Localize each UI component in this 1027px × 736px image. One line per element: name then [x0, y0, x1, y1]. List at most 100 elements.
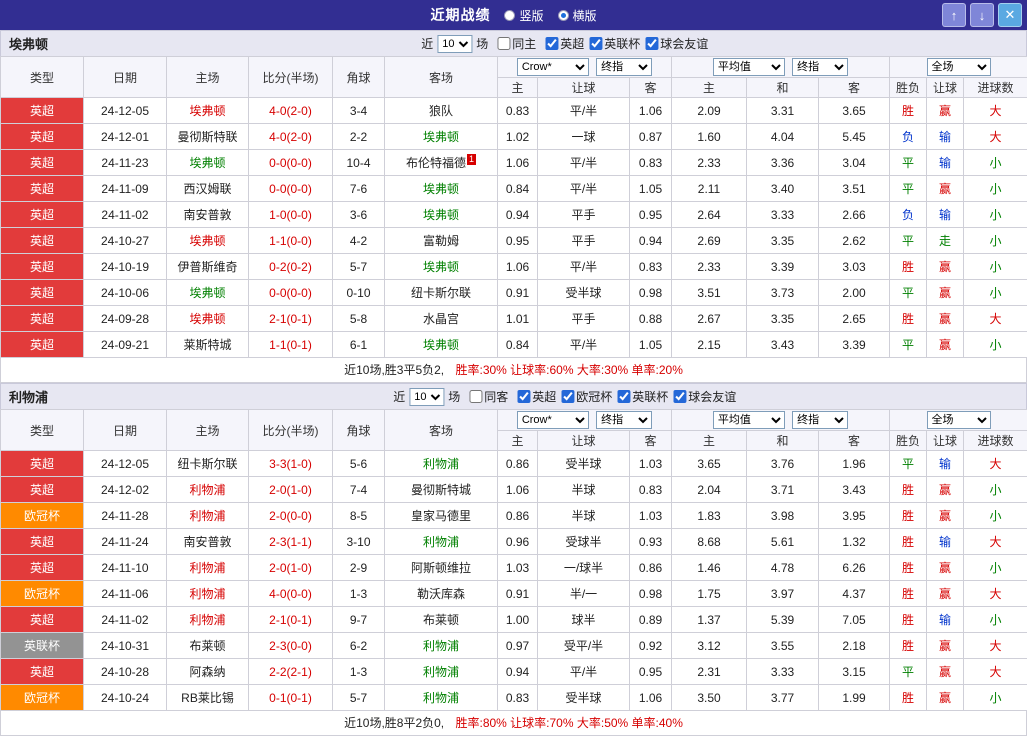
- away-team: 曼彻斯特城: [385, 477, 498, 503]
- score: 0-1(0-1): [249, 685, 333, 711]
- euro-draw-odds: 3.43: [747, 332, 819, 358]
- bookmaker-select[interactable]: Crow*: [517, 411, 589, 429]
- corners: 6-1: [333, 332, 385, 358]
- same-venue-filter[interactable]: 同主: [497, 35, 536, 52]
- euro-home-odds: 2.69: [672, 228, 747, 254]
- average-select[interactable]: 平均值: [713, 411, 785, 429]
- layout-option-vertical[interactable]: 竖版: [504, 7, 543, 24]
- radio-unselected-icon[interactable]: [504, 10, 515, 21]
- team-section-liverpool: 利物浦 近 10 场 同客 英超欧冠杯英联杯球会友谊 类型 日期 主场 比分(半…: [0, 383, 1027, 736]
- col-header-corners: 角球: [333, 57, 385, 98]
- col-header-euro-home: 主: [672, 431, 747, 451]
- competition-checkbox[interactable]: [645, 37, 658, 50]
- competition-checkbox[interactable]: [673, 390, 686, 403]
- away-team: 利物浦: [385, 685, 498, 711]
- final-index-select[interactable]: 终指: [596, 411, 652, 429]
- match-date: 24-10-28: [84, 659, 167, 685]
- average-select[interactable]: 平均值: [713, 58, 785, 76]
- competition-checkbox[interactable]: [617, 390, 630, 403]
- euro-home-odds: 1.75: [672, 581, 747, 607]
- up-arrow-icon: ↑: [951, 8, 958, 23]
- euro-draw-odds: 5.39: [747, 607, 819, 633]
- league-badge: 英超: [1, 306, 84, 332]
- result-handicap: 输: [927, 124, 964, 150]
- euro-away-odds: 1.32: [819, 529, 890, 555]
- competition-filter[interactable]: 英超: [517, 388, 556, 405]
- match-date: 24-11-23: [84, 150, 167, 176]
- competition-filter[interactable]: 英联杯: [617, 388, 668, 405]
- scope-select[interactable]: 全场: [927, 411, 991, 429]
- col-header-corners: 角球: [333, 410, 385, 451]
- competition-filter[interactable]: 球会友谊: [673, 388, 736, 405]
- col-header-asian-away: 客: [630, 78, 672, 98]
- euro-draw-odds: 3.33: [747, 659, 819, 685]
- euro-draw-odds: 3.35: [747, 228, 819, 254]
- league-badge: 英超: [1, 176, 84, 202]
- match-row: 英联杯24-10-31布莱顿2-3(0-0)6-2利物浦0.97受平/半0.92…: [1, 633, 1027, 659]
- asian-handicap: 半球: [538, 503, 630, 529]
- match-row: 英超24-10-06埃弗顿0-0(0-0)0-10纽卡斯尔联0.91受半球0.9…: [1, 280, 1027, 306]
- score: 1-1(0-0): [249, 228, 333, 254]
- away-team: 皇家马德里: [385, 503, 498, 529]
- asian-handicap: 平/半: [538, 254, 630, 280]
- home-team: 埃弗顿: [167, 280, 249, 306]
- euro-draw-odds: 3.73: [747, 280, 819, 306]
- asian-handicap: 半/一: [538, 581, 630, 607]
- result-handicap: 输: [927, 150, 964, 176]
- same-venue-checkbox[interactable]: [469, 390, 482, 403]
- corners: 1-3: [333, 581, 385, 607]
- result-outcome: 胜: [890, 555, 927, 581]
- competition-checkbox[interactable]: [561, 390, 574, 403]
- close-button[interactable]: ✕: [998, 3, 1022, 27]
- same-venue-checkbox[interactable]: [497, 37, 510, 50]
- score: 3-3(1-0): [249, 451, 333, 477]
- col-header-asian-away: 客: [630, 431, 672, 451]
- col-header-goals: 进球数: [964, 78, 1027, 98]
- competition-filter[interactable]: 英超: [545, 35, 584, 52]
- match-row: 英超24-12-02利物浦2-0(1-0)7-4曼彻斯特城1.06半球0.832…: [1, 477, 1027, 503]
- match-row: 英超24-12-05纽卡斯尔联3-3(1-0)5-6利物浦0.86受半球1.03…: [1, 451, 1027, 477]
- result-handicap: 输: [927, 529, 964, 555]
- competition-filter[interactable]: 欧冠杯: [561, 388, 612, 405]
- competition-filter[interactable]: 球会友谊: [645, 35, 708, 52]
- competition-checkbox[interactable]: [545, 37, 558, 50]
- competition-filter[interactable]: 英联杯: [589, 35, 640, 52]
- asian-away-odds: 0.98: [630, 280, 672, 306]
- move-down-button[interactable]: ↓: [970, 3, 994, 27]
- result-outcome: 负: [890, 124, 927, 150]
- match-count-select[interactable]: 10: [409, 388, 444, 406]
- result-handicap: 输: [927, 451, 964, 477]
- final-index-select[interactable]: 终指: [596, 58, 652, 76]
- away-team: 水晶宫: [385, 306, 498, 332]
- asian-handicap: 平手: [538, 306, 630, 332]
- col-header-outcome: 胜负: [890, 78, 927, 98]
- competition-checkbox[interactable]: [517, 390, 530, 403]
- match-date: 24-11-02: [84, 202, 167, 228]
- competition-label: 球会友谊: [688, 388, 736, 405]
- layout-option-horizontal[interactable]: 横版: [558, 7, 597, 24]
- move-up-button[interactable]: ↑: [942, 3, 966, 27]
- euro-home-odds: 3.12: [672, 633, 747, 659]
- col-header-euro-away: 客: [819, 431, 890, 451]
- final-index-select[interactable]: 终指: [792, 58, 848, 76]
- result-outcome: 平: [890, 228, 927, 254]
- result-handicap: 赢: [927, 581, 964, 607]
- euro-draw-odds: 3.31: [747, 98, 819, 124]
- near-label: 近: [393, 388, 405, 405]
- final-index-select[interactable]: 终指: [792, 411, 848, 429]
- euro-draw-odds: 3.39: [747, 254, 819, 280]
- score: 2-3(1-1): [249, 529, 333, 555]
- same-venue-filter[interactable]: 同客: [469, 388, 508, 405]
- asian-away-odds: 1.05: [630, 332, 672, 358]
- result-handicap: 赢: [927, 98, 964, 124]
- competition-checkbox[interactable]: [589, 37, 602, 50]
- asian-away-odds: 1.06: [630, 685, 672, 711]
- corners: 4-2: [333, 228, 385, 254]
- match-date: 24-11-28: [84, 503, 167, 529]
- match-count-select[interactable]: 10: [437, 35, 472, 53]
- scope-select[interactable]: 全场: [927, 58, 991, 76]
- bookmaker-select[interactable]: Crow*: [517, 58, 589, 76]
- radio-selected-icon[interactable]: [558, 10, 569, 21]
- score: 2-0(1-0): [249, 477, 333, 503]
- home-team: 利物浦: [167, 581, 249, 607]
